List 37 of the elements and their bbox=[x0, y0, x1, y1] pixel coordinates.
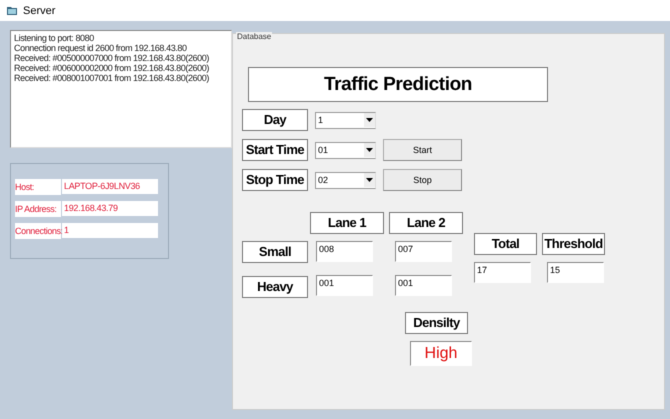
field-label: Day bbox=[242, 109, 308, 131]
dropdown[interactable]: 01 bbox=[315, 142, 376, 158]
count-field[interactable]: 007 bbox=[395, 241, 452, 262]
field-label: Start Time bbox=[242, 139, 308, 161]
count-field[interactable]: 001 bbox=[316, 275, 373, 296]
app-icon bbox=[6, 5, 18, 16]
total-field[interactable]: 17 bbox=[474, 262, 531, 283]
log-line: Received: #005000007000 from 192.168.43.80(2600) bbox=[14, 53, 210, 63]
action-button[interactable]: Stop bbox=[383, 169, 462, 191]
action-button[interactable]: Start bbox=[383, 139, 462, 161]
threshold-field[interactable]: 15 bbox=[547, 262, 604, 283]
field-label: Threshold bbox=[542, 233, 605, 255]
info-field[interactable]: LAPTOP-6J9LNV36 bbox=[62, 179, 158, 194]
field-label: IP Address: bbox=[15, 201, 61, 217]
field-label: Small bbox=[242, 241, 308, 263]
window-title: Server bbox=[23, 4, 56, 16]
count-field[interactable]: 001 bbox=[395, 275, 452, 296]
log-line: Listening to port: 8080 bbox=[14, 33, 95, 43]
field-label: Connections: bbox=[15, 223, 61, 239]
field-label: Heavy bbox=[242, 276, 308, 298]
app-title: Traffic Prediction bbox=[248, 67, 548, 102]
field-label: Total bbox=[474, 233, 537, 255]
field-label: Stop Time bbox=[242, 169, 308, 191]
density-field: High bbox=[410, 341, 472, 366]
log-line: Received: #006000002000 from 192.168.43.80(2600) bbox=[14, 63, 210, 73]
log-line: Received: #008001007001 from 192.168.43.80(2600) bbox=[14, 73, 210, 83]
info-field[interactable]: 1 bbox=[62, 223, 158, 238]
log-line: Connection request id 2600 from 192.168.43.80 bbox=[14, 43, 188, 53]
count-field[interactable]: 008 bbox=[316, 241, 373, 262]
dropdown[interactable]: 02 bbox=[315, 172, 376, 188]
group-legend: Database bbox=[236, 32, 272, 41]
column-header: Lane 1 bbox=[310, 212, 384, 234]
column-header: Lane 2 bbox=[389, 212, 463, 234]
field-label: Host: bbox=[15, 179, 61, 195]
info-field[interactable]: 192.168.43.79 bbox=[62, 201, 158, 216]
field-label: Densilty bbox=[405, 312, 468, 334]
dropdown[interactable]: 1 bbox=[315, 112, 376, 128]
